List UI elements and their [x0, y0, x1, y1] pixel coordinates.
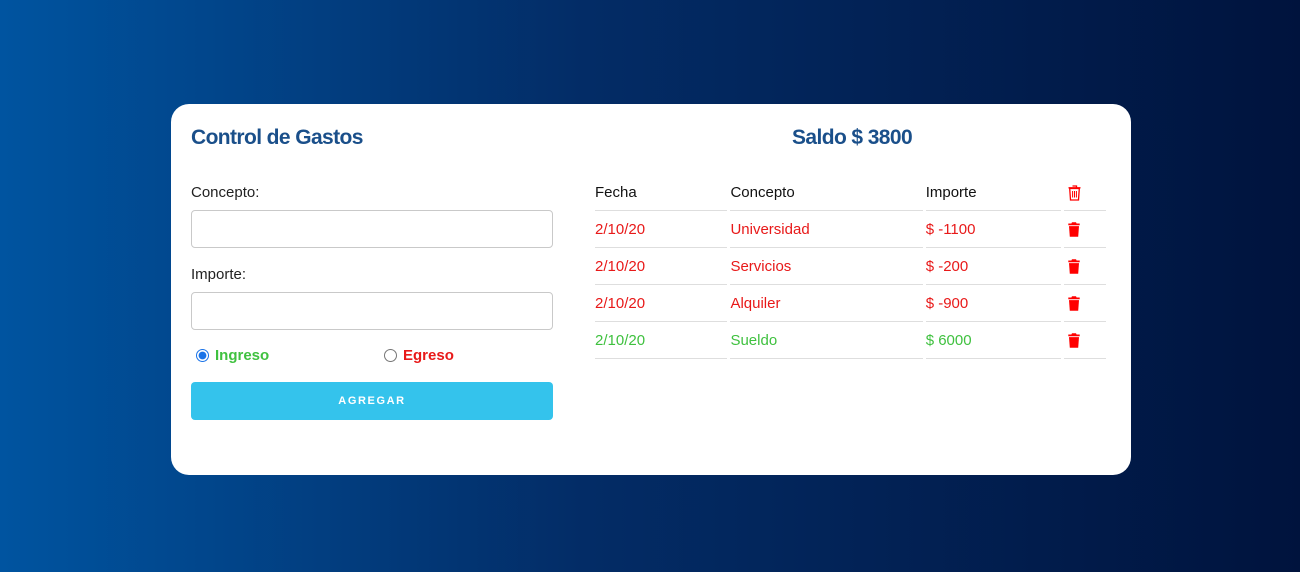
trash-icon[interactable]: [1068, 222, 1080, 237]
row-concept: Alquiler: [730, 285, 923, 322]
trash-icon[interactable]: [1068, 333, 1080, 348]
row-date: 2/10/20: [595, 285, 728, 322]
row-amount: $ -200: [925, 248, 1062, 285]
header-concept: Concepto: [730, 174, 923, 211]
row-concept: Servicios: [730, 248, 923, 285]
add-button[interactable]: AGREGAR: [191, 382, 553, 420]
expense-radio[interactable]: [384, 349, 397, 362]
row-date: 2/10/20: [595, 211, 728, 248]
table-row: 2/10/20 Servicios $ -200: [595, 248, 1106, 285]
concept-input[interactable]: [191, 210, 553, 248]
header-amount: Importe: [925, 174, 1062, 211]
row-date: 2/10/20: [595, 248, 728, 285]
income-radio-label[interactable]: Ingreso: [215, 347, 269, 364]
trash-icon[interactable]: [1068, 296, 1080, 311]
expense-option[interactable]: Egreso: [384, 347, 454, 364]
movements-table: Fecha Concepto Importe 2/10/20 Universida…: [592, 174, 1109, 359]
header-date: Fecha: [595, 174, 728, 211]
trash-outline-icon[interactable]: [1068, 184, 1081, 201]
income-radio[interactable]: [196, 349, 209, 362]
table-row: 2/10/20 Alquiler $ -900: [595, 285, 1106, 322]
row-concept: Universidad: [730, 211, 923, 248]
table-row: 2/10/20 Sueldo $ 6000: [595, 322, 1106, 359]
row-delete-cell: [1064, 211, 1106, 248]
expense-card: Control de Gastos Saldo $ 3800 Concepto:…: [171, 104, 1131, 475]
row-amount: $ -1100: [925, 211, 1062, 248]
income-option[interactable]: Ingreso: [196, 347, 269, 364]
row-amount: $ 6000: [925, 322, 1062, 359]
trash-icon[interactable]: [1068, 259, 1080, 274]
amount-input[interactable]: [191, 292, 553, 330]
table-row: 2/10/20 Universidad $ -1100: [595, 211, 1106, 248]
row-concept: Sueldo: [730, 322, 923, 359]
row-date: 2/10/20: [595, 322, 728, 359]
expense-radio-label[interactable]: Egreso: [403, 347, 454, 364]
amount-label: Importe:: [191, 266, 247, 283]
balance-display: Saldo $ 3800: [792, 126, 913, 149]
concept-label: Concepto:: [191, 184, 260, 201]
row-delete-cell: [1064, 248, 1106, 285]
row-delete-cell: [1064, 322, 1106, 359]
table-header-row: Fecha Concepto Importe: [595, 174, 1106, 211]
row-amount: $ -900: [925, 285, 1062, 322]
header-trash-cell: [1064, 174, 1106, 211]
app-title: Control de Gastos: [191, 126, 363, 149]
movements-body: 2/10/20 Universidad $ -1100 2/10/20 Servicio…: [595, 211, 1106, 359]
row-delete-cell: [1064, 285, 1106, 322]
